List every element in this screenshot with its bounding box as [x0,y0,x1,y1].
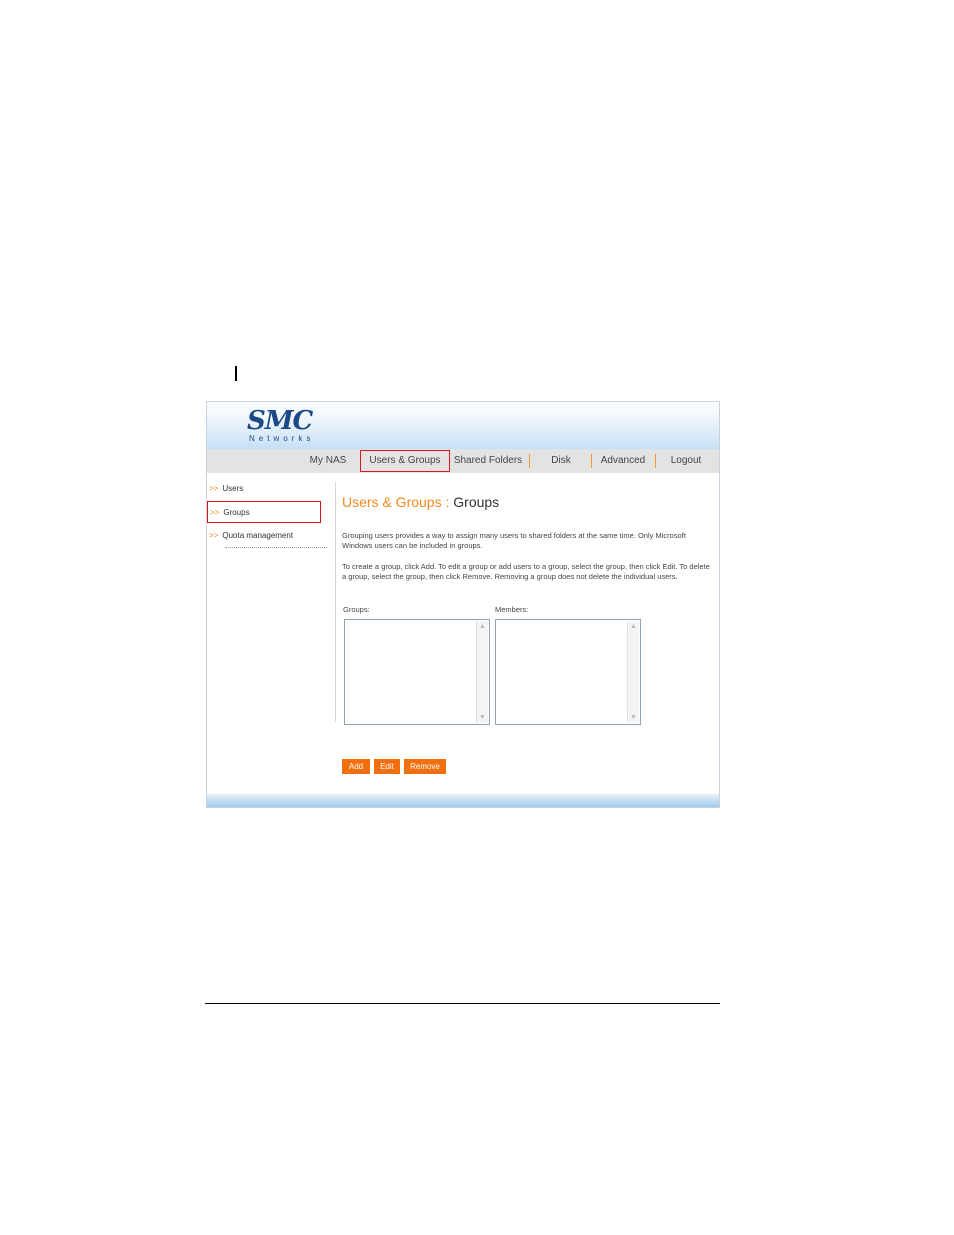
intro-text: Grouping users provides a way to assign … [342,531,686,550]
nav-separator [529,454,530,468]
edit-button[interactable]: Edit [374,759,400,774]
top-nav: My NAS Users & Groups Shared Folders Dis… [207,449,719,473]
groups-listbox[interactable]: ▲ ▼ [344,619,490,725]
page-title: Users & Groups : Groups [342,494,499,510]
logo-text: SMC [247,406,313,436]
text-cursor [235,366,237,381]
members-listbox[interactable]: ▲ ▼ [495,619,641,725]
add-button[interactable]: Add [342,759,370,774]
sidebar-item-label: Groups [223,508,250,517]
remove-button[interactable]: Remove [404,759,446,774]
groups-label: Groups: [343,605,370,614]
double-chevron-icon: >> [209,484,219,493]
sidebar-divider [225,547,327,548]
page-title-page: Groups [453,494,500,510]
scroll-up-icon[interactable]: ▲ [628,621,639,632]
nav-shared-folders[interactable]: Shared Folders [453,449,523,473]
nav-advanced[interactable]: Advanced [599,449,647,473]
nav-my-nas[interactable]: My NAS [307,449,349,473]
double-chevron-icon: >> [210,508,220,517]
sidebar-item-groups[interactable]: >> Groups [207,501,321,523]
nav-users-groups[interactable]: Users & Groups [360,450,450,472]
footer-bar [207,794,719,807]
page-rule [205,1003,720,1004]
double-chevron-icon: >> [209,531,219,540]
page-title-section: Users & Groups : [342,494,450,510]
scroll-down-icon[interactable]: ▼ [477,712,488,723]
sidebar-item-users[interactable]: >> Users [207,478,335,500]
logo-subtext: Networks [249,434,315,443]
sidebar-item-label: Users [222,484,244,493]
sidebar-item-quota-management[interactable]: >> Quota management [207,525,335,547]
nav-separator [591,454,592,468]
sidebar: >> Users >> Groups >> Quota management [207,473,335,793]
nas-admin-window: SMC Networks My NAS Users & Groups Share… [206,401,720,808]
scroll-down-icon[interactable]: ▼ [628,712,639,723]
groups-scrollbar[interactable]: ▲ ▼ [476,621,488,723]
nav-disk[interactable]: Disk [543,449,579,473]
header: SMC Networks [207,402,719,449]
instructions-text: To create a group, click Add. To edit a … [342,562,710,581]
smc-logo: SMC Networks [247,408,321,443]
members-label: Members: [495,605,529,614]
members-scrollbar[interactable]: ▲ ▼ [627,621,639,723]
scroll-up-icon[interactable]: ▲ [477,621,488,632]
sidebar-item-label: Quota management [222,531,294,540]
content-divider [335,482,336,722]
nav-logout[interactable]: Logout [665,449,707,473]
nav-separator [655,454,656,468]
